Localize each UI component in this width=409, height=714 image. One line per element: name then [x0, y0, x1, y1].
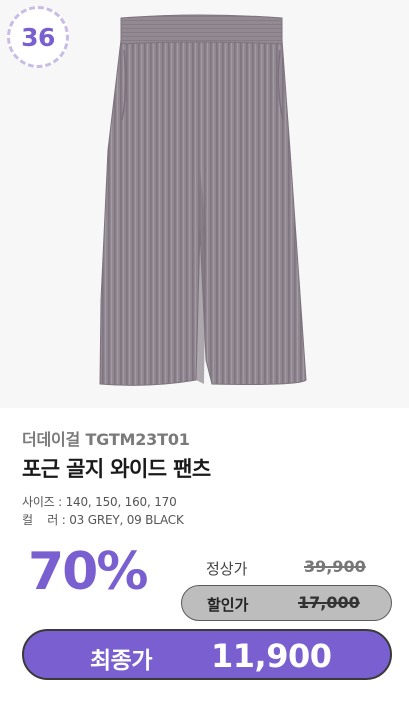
product-number-badge: 36	[7, 6, 69, 68]
product-brand: 더데이걸 TGTM23T01	[22, 430, 190, 449]
product-name: 포근 골지 와이드 팬츠	[22, 457, 211, 481]
regular-price-label: 정상가	[206, 560, 248, 578]
size-values: 140, 150, 160, 170	[65, 495, 177, 509]
final-price-pill	[22, 629, 392, 680]
sale-price-label: 할인가	[207, 596, 249, 614]
discount-rate: 70%	[28, 542, 148, 602]
pants-image	[99, 14, 307, 386]
size-spec: 사이즈 : 140, 150, 160, 170	[22, 493, 177, 510]
sale-price: 17,000	[298, 593, 360, 612]
size-label: 사이즈 :	[22, 495, 62, 509]
final-price: 11,900	[211, 637, 332, 675]
regular-price: 39,900	[304, 557, 366, 576]
color-label: 컬 러 :	[22, 513, 66, 527]
final-price-label: 최종가	[90, 648, 152, 674]
color-spec: 컬 러 : 03 GREY, 09 BLACK	[22, 511, 184, 528]
badge-number: 36	[21, 22, 55, 52]
product-photo: 36	[0, 0, 409, 408]
color-values: 03 GREY, 09 BLACK	[69, 513, 184, 527]
